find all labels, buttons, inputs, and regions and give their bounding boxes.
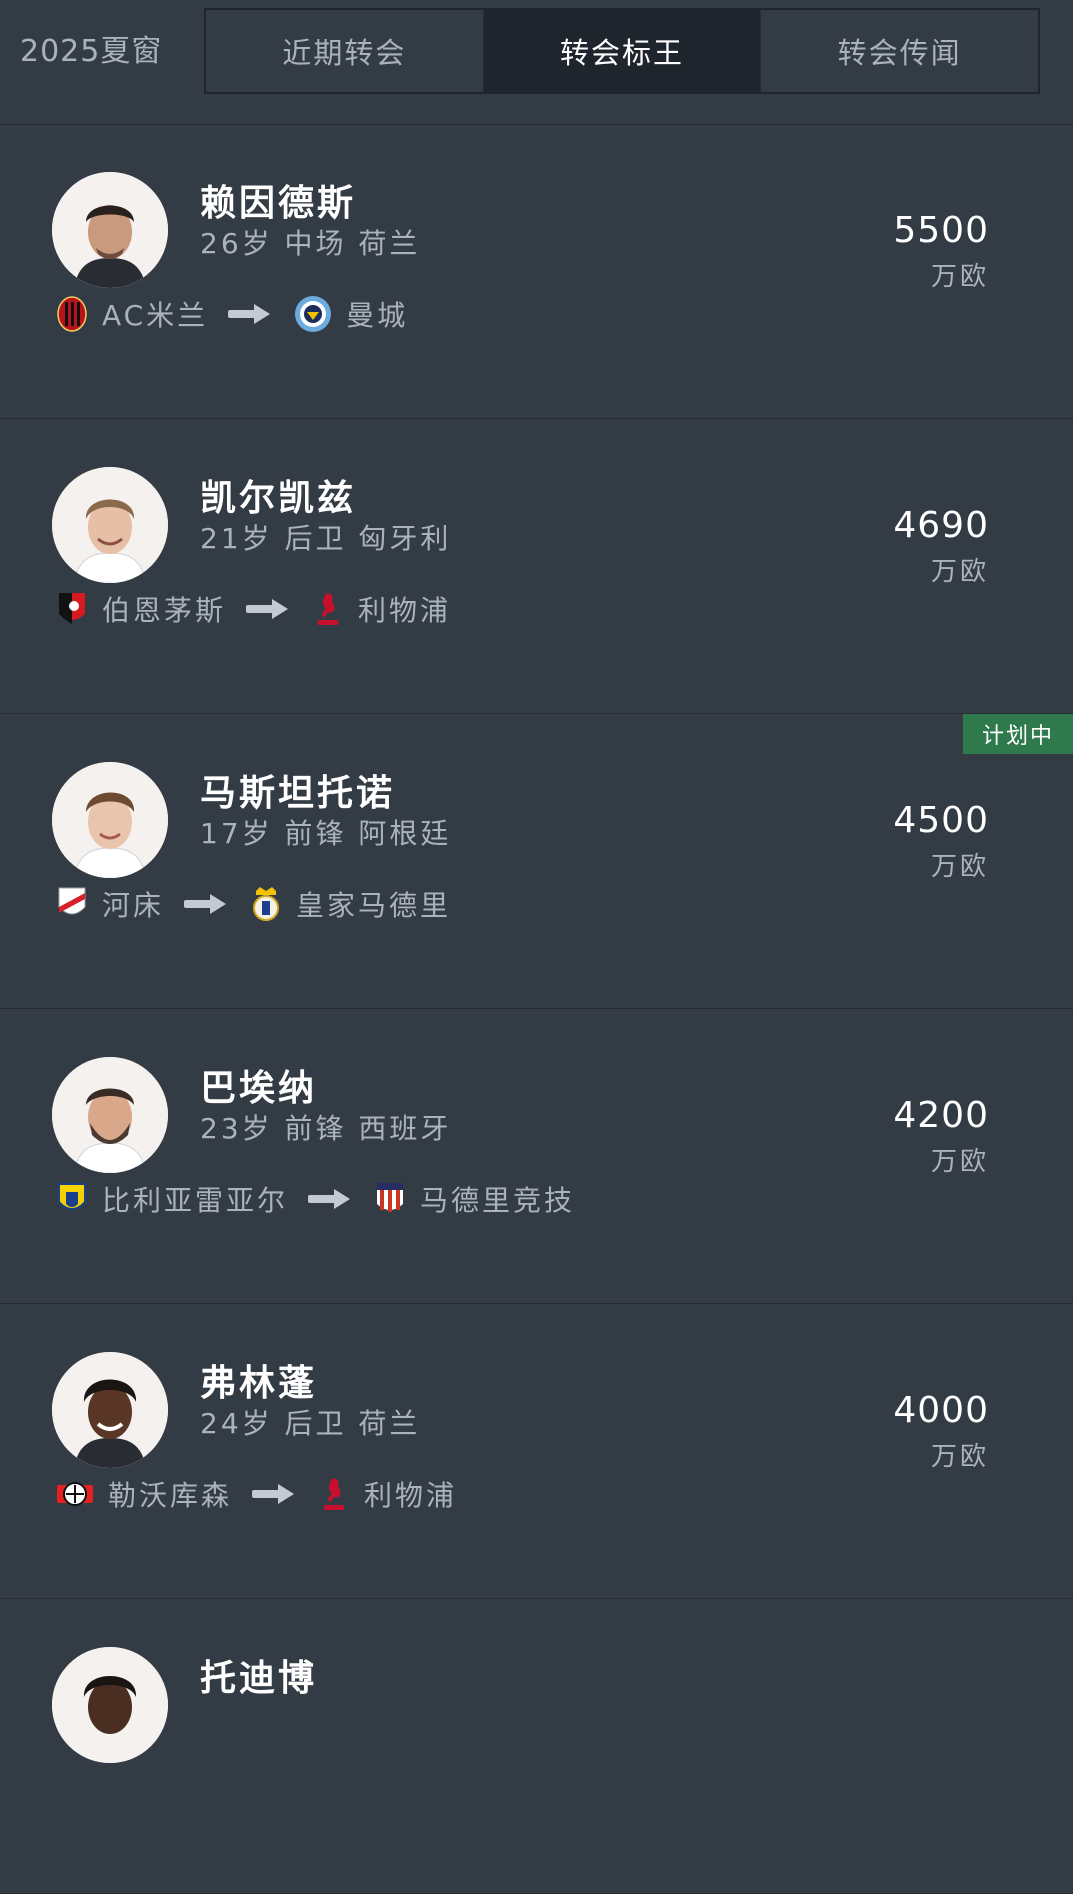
- from-club: 伯恩茅斯: [102, 594, 227, 627]
- player-avatar: [52, 762, 168, 878]
- season-label: 2025夏窗: [20, 34, 163, 69]
- fee-unit: 万欧: [930, 1442, 989, 1472]
- liverpool-crest-icon: [324, 1478, 345, 1510]
- from-club: 勒沃库森: [108, 1479, 233, 1512]
- arrow-right-icon: [308, 1189, 351, 1209]
- tab-bar: 近期转会 转会标王 转会传闻: [204, 8, 1040, 94]
- tab-top-transfers[interactable]: 转会标王: [483, 10, 762, 92]
- man-city-crest-icon: [295, 296, 332, 332]
- transfer-fee: 4690: [893, 505, 989, 546]
- player-name: 赖因德斯: [200, 183, 357, 224]
- transfer-route: AC米兰 曼城: [56, 292, 408, 336]
- arrow-right-icon: [228, 304, 271, 324]
- top-bar: 2025夏窗 近期转会 转会标王 转会传闻: [0, 0, 1073, 125]
- to-club: 利物浦: [358, 594, 452, 627]
- player-avatar: [52, 467, 168, 583]
- tab-recent-transfers[interactable]: 近期转会: [206, 10, 484, 92]
- transfer-row[interactable]: 巴埃纳 23岁 前锋 西班牙 比利亚雷亚尔 马德里竞技 4200 万欧: [0, 1009, 1073, 1304]
- real-madrid-crest-icon: [253, 887, 280, 921]
- arrow-right-icon: [246, 599, 289, 619]
- from-club: AC米兰: [102, 299, 209, 332]
- player-name: 凯尔凯兹: [200, 478, 357, 519]
- transfer-fee: 5500: [893, 210, 989, 251]
- leverkusen-crest-icon: [57, 1482, 93, 1506]
- liverpool-crest-icon: [318, 593, 339, 625]
- transfer-row[interactable]: 赖因德斯 26岁 中场 荷兰 AC米兰 曼城 5500 万欧: [0, 124, 1073, 419]
- player-name: 马斯坦托诺: [200, 773, 396, 814]
- ac-milan-crest-icon: [57, 296, 87, 332]
- arrow-right-icon: [252, 1484, 295, 1504]
- fee-unit: 万欧: [930, 262, 989, 292]
- transfer-row[interactable]: 托迪博: [0, 1599, 1073, 1894]
- arrow-right-icon: [184, 894, 227, 914]
- transfer-row[interactable]: 弗林蓬 24岁 后卫 荷兰 勒沃库森 利物浦 4000 万欧: [0, 1304, 1073, 1599]
- villarreal-crest-icon: [58, 1183, 86, 1210]
- to-club: 利物浦: [364, 1479, 458, 1512]
- status-badge: 计划中: [963, 714, 1073, 754]
- player-name: 托迪博: [200, 1658, 318, 1699]
- to-club: 马德里竞技: [420, 1184, 576, 1217]
- player-meta: 24岁 后卫 荷兰: [200, 1407, 421, 1440]
- tab-transfer-rumors[interactable]: 转会传闻: [761, 10, 1039, 92]
- from-club: 河床: [102, 889, 165, 922]
- player-avatar: [52, 1057, 168, 1173]
- transfer-fee: 4200: [893, 1095, 989, 1136]
- transfer-fee: 4000: [893, 1390, 989, 1431]
- player-name: 弗林蓬: [200, 1363, 318, 1404]
- transfer-row[interactable]: 凯尔凯兹 21岁 后卫 匈牙利 伯恩茅斯 利物浦 4690 万欧: [0, 419, 1073, 714]
- river-plate-crest-icon: [58, 887, 86, 915]
- transfer-route: 勒沃库森 利物浦: [56, 1472, 457, 1516]
- fee-unit: 万欧: [930, 852, 989, 882]
- transfer-row[interactable]: 计划中 马斯坦托诺 17岁 前锋 阿根廷 河床 皇家马德里 4500 万欧: [0, 714, 1073, 1009]
- to-club: 皇家马德里: [296, 889, 452, 922]
- player-avatar: [52, 1352, 168, 1468]
- to-club: 曼城: [346, 299, 409, 332]
- player-avatar: [52, 1647, 168, 1763]
- player-meta: 23岁 前锋 西班牙: [200, 1112, 452, 1145]
- bournemouth-crest-icon: [59, 593, 85, 624]
- atletico-crest-icon: [377, 1183, 404, 1212]
- fee-unit: 万欧: [930, 557, 989, 587]
- transfer-route: 伯恩茅斯 利物浦: [56, 587, 451, 631]
- player-avatar: [52, 172, 168, 288]
- player-meta: 17岁 前锋 阿根廷: [200, 817, 452, 850]
- player-meta: 21岁 后卫 匈牙利: [200, 522, 452, 555]
- from-club: 比利亚雷亚尔: [102, 1184, 289, 1217]
- player-name: 巴埃纳: [200, 1068, 318, 1109]
- transfer-fee: 4500: [893, 800, 989, 841]
- fee-unit: 万欧: [930, 1147, 989, 1177]
- transfer-route: 比利亚雷亚尔 马德里竞技: [56, 1177, 575, 1221]
- player-meta: 26岁 中场 荷兰: [200, 227, 421, 260]
- transfer-list: 赖因德斯 26岁 中场 荷兰 AC米兰 曼城 5500 万欧 凯尔凯兹 21岁 …: [0, 124, 1073, 1894]
- transfer-route: 河床 皇家马德里: [56, 882, 451, 926]
